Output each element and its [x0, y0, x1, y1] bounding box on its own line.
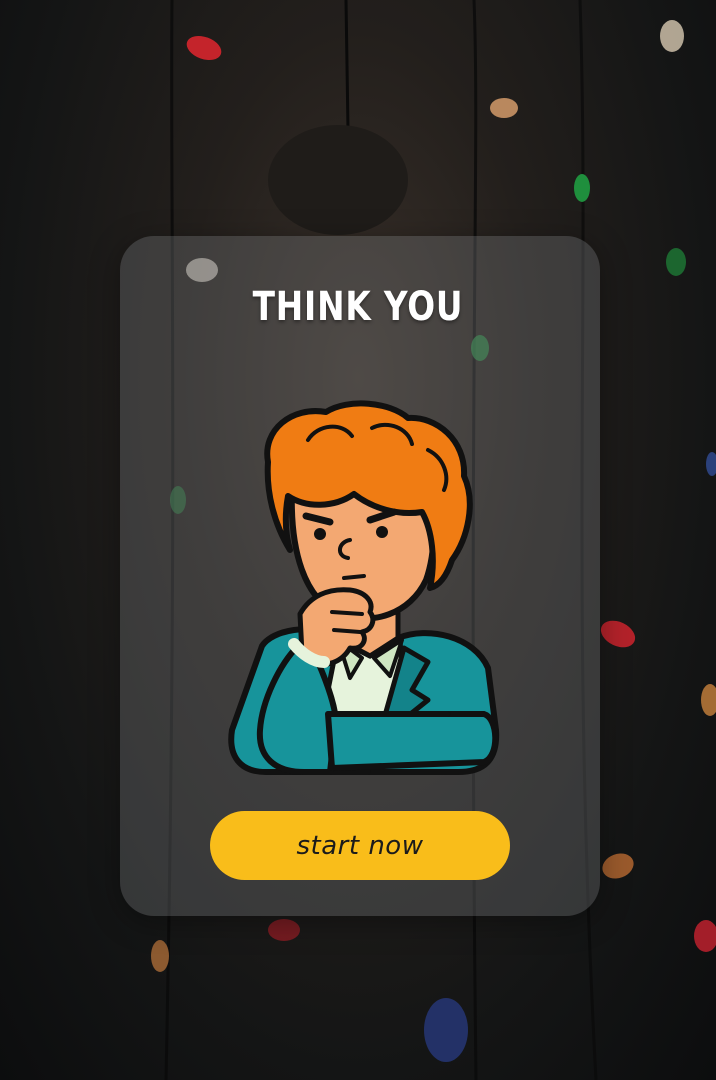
- start-now-label: start now: [296, 830, 424, 861]
- card-title: THINK YOU: [252, 284, 464, 330]
- thinking-man-icon: [222, 400, 506, 780]
- start-now-button[interactable]: start now: [210, 811, 510, 880]
